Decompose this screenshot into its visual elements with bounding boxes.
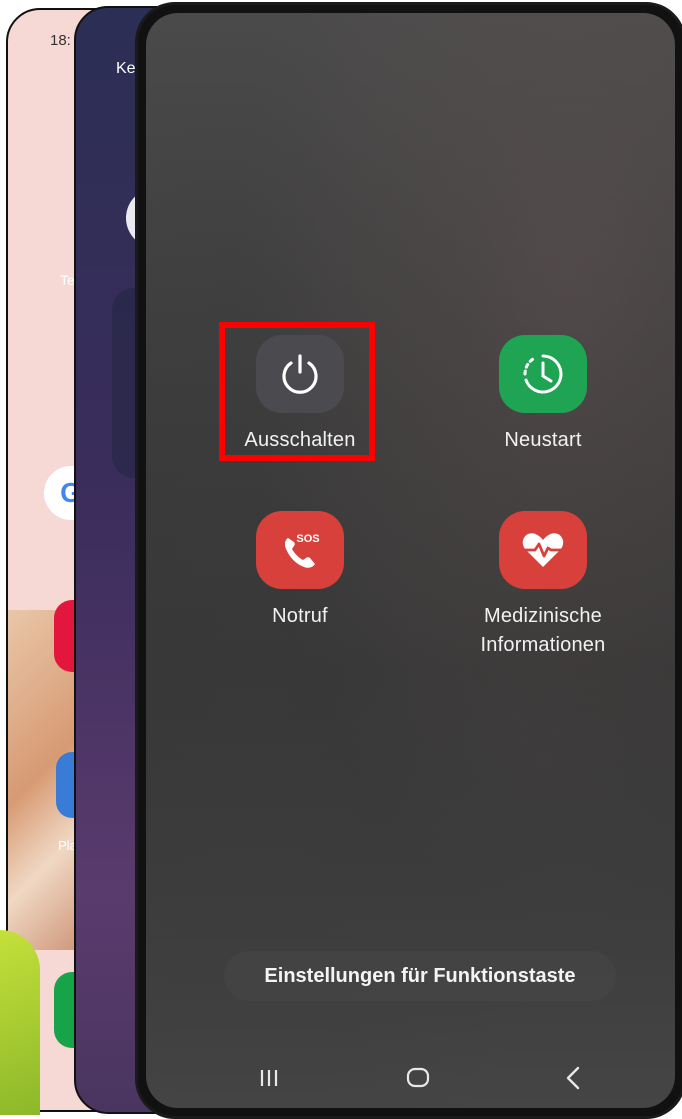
recents-button[interactable] bbox=[249, 1058, 289, 1098]
side-key-settings-button[interactable]: Einstellungen für Funktionstaste bbox=[224, 951, 616, 1001]
sos-phone-icon: SOS bbox=[256, 511, 344, 589]
app-label-partial-ke: Ke bbox=[116, 60, 136, 77]
power-menu-screen: Ausschalten Neustart SOS Notruf Medizini… bbox=[146, 13, 675, 1108]
medical-info-label: Medizinische Informationen bbox=[481, 602, 606, 660]
top-notch bbox=[363, 5, 433, 11]
emergency-call-button[interactable]: SOS Notruf bbox=[200, 511, 400, 631]
app-label-partial: Te bbox=[60, 272, 75, 288]
phone-frame: Ausschalten Neustart SOS Notruf Medizini… bbox=[135, 2, 682, 1119]
home-icon bbox=[406, 1067, 430, 1088]
power-off-highlight-box bbox=[219, 322, 375, 461]
navigation-bar bbox=[146, 1048, 675, 1108]
heart-pulse-icon bbox=[499, 511, 587, 589]
emergency-call-label: Notruf bbox=[272, 605, 328, 627]
recents-icon bbox=[260, 1070, 278, 1086]
home-button[interactable] bbox=[398, 1058, 438, 1098]
sos-text: SOS bbox=[296, 533, 319, 545]
side-key-settings-label: Einstellungen für Funktionstaste bbox=[264, 964, 576, 987]
status-time-partial: 18: bbox=[50, 32, 71, 49]
medical-info-button[interactable]: Medizinische Informationen bbox=[443, 511, 643, 660]
restart-label: Neustart bbox=[504, 429, 582, 451]
medical-info-label-line2: Informationen bbox=[480, 634, 606, 656]
medical-info-label-line1: Medizinische bbox=[483, 605, 602, 627]
restart-icon bbox=[499, 335, 587, 413]
decorative-swoosh bbox=[0, 930, 40, 1115]
back-icon bbox=[566, 1066, 580, 1090]
back-button[interactable] bbox=[554, 1058, 594, 1098]
restart-button[interactable]: Neustart bbox=[443, 335, 643, 455]
